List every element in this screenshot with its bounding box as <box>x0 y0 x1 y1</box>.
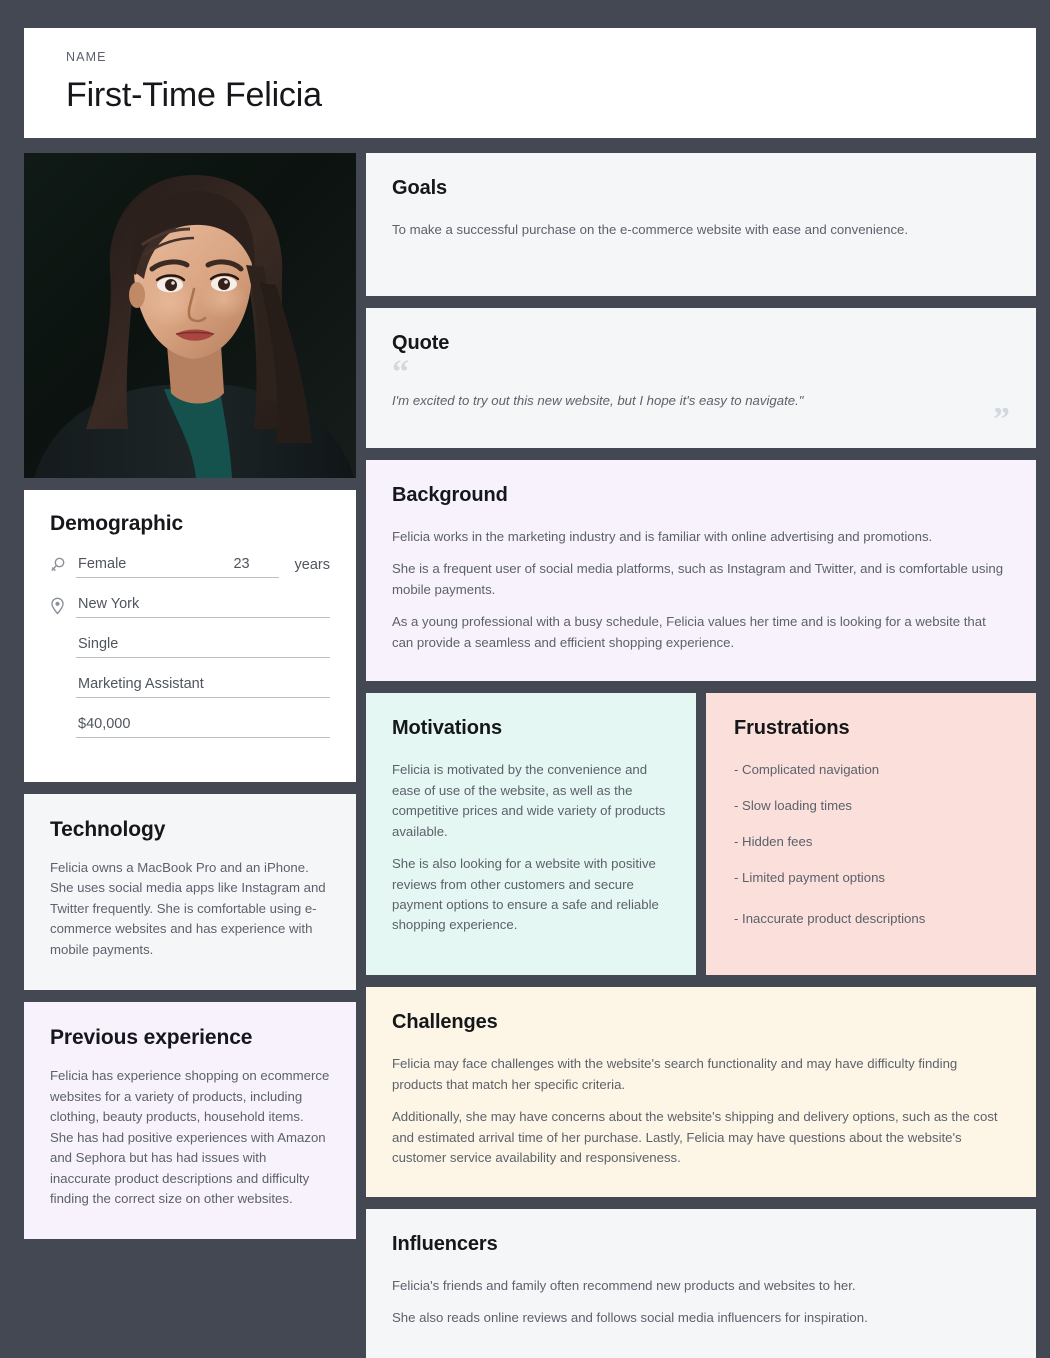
previous-experience-card: Previous experience Felicia has experien… <box>24 1002 356 1240</box>
background-title: Background <box>392 484 508 506</box>
age-field[interactable]: 23 <box>204 556 279 578</box>
list-item: - Complicated navigation <box>734 762 880 778</box>
challenges-card: Challenges Felicia may face challenges w… <box>366 987 1036 1197</box>
persona-photo <box>24 153 356 478</box>
persona-header-card: NAME First-Time Felicia <box>24 28 1036 138</box>
demographic-row-income: $40,000 <box>50 716 330 738</box>
list-item: - Hidden fees <box>734 833 813 849</box>
relationship-status-field[interactable]: Single <box>76 636 330 658</box>
motivations-paragraph: She is also looking for a website with p… <box>392 856 659 933</box>
demographic-row-status: Single <box>50 636 330 658</box>
challenges-paragraph: Additionally, she may have concerns abou… <box>392 1109 998 1166</box>
technology-title: Technology <box>50 818 166 841</box>
influencers-paragraph: Felicia's friends and family often recom… <box>392 1277 856 1293</box>
goals-body: To make a successful purchase on the e-c… <box>392 222 909 237</box>
influencers-card: Influencers Felicia's friends and family… <box>366 1208 1036 1358</box>
right-column: Goals To make a successful purchase on t… <box>366 153 1036 1358</box>
quote-title: Quote <box>392 332 450 354</box>
board-columns: Demographic Female 23 years New York Sin… <box>24 153 1036 1358</box>
close-quote-icon: ” <box>993 401 1010 439</box>
name-label: NAME <box>66 50 107 64</box>
demographic-card: Demographic Female 23 years New York Sin… <box>24 490 356 782</box>
list-item: - Slow loading times <box>734 798 853 814</box>
female-gender-icon <box>50 557 76 578</box>
location-field[interactable]: New York <box>76 596 330 618</box>
motivations-card: Motivations Felicia is motivated by the … <box>366 693 696 976</box>
demographic-row-gender-age: Female 23 years <box>50 556 330 578</box>
previous-experience-body: Felicia has experience shopping on ecomm… <box>50 1068 330 1206</box>
motivations-paragraph: Felicia is motivated by the convenience … <box>392 762 666 839</box>
demographic-row-occupation: Marketing Assistant <box>50 676 330 698</box>
quote-card: Quote “ I'm excited to try out this new … <box>366 308 1036 448</box>
gender-field[interactable]: Female <box>76 556 205 578</box>
quote-text: I'm excited to try out this new website,… <box>392 392 804 408</box>
goals-card: Goals To make a successful purchase on t… <box>366 153 1036 296</box>
frustrations-card: Frustrations - Complicated navigation - … <box>706 693 1036 976</box>
frustrations-title: Frustrations <box>734 717 850 740</box>
open-quote-icon: “ <box>392 354 409 391</box>
list-item: - Inaccurate product descriptions <box>734 911 926 927</box>
portrait-image <box>24 153 356 478</box>
motivations-frustrations-row: Motivations Felicia is motivated by the … <box>366 693 1036 976</box>
page-title: First-Time Felicia <box>66 76 322 114</box>
age-unit-label: years <box>294 557 330 573</box>
motivations-title: Motivations <box>392 717 503 740</box>
income-field[interactable]: $40,000 <box>76 716 330 738</box>
technology-body: Felicia owns a MacBook Pro and an iPhone… <box>50 860 326 957</box>
background-paragraph: She is a frequent user of social media p… <box>392 561 1004 597</box>
list-item: - Limited payment options <box>734 869 885 885</box>
technology-card: Technology Felicia owns a MacBook Pro an… <box>24 794 356 991</box>
influencers-title: Influencers <box>392 1232 498 1255</box>
background-paragraph: Felicia works in the marketing industry … <box>392 529 933 544</box>
challenges-paragraph: Felicia may face challenges with the web… <box>392 1056 958 1092</box>
goals-title: Goals <box>392 177 448 199</box>
left-column: Demographic Female 23 years New York Sin… <box>24 153 356 1240</box>
background-paragraph: As a young professional with a busy sche… <box>392 614 986 650</box>
demographic-row-location: New York <box>50 596 330 618</box>
background-card: Background Felicia works in the marketin… <box>366 460 1036 682</box>
persona-board: NAME First-Time Felicia Demographic Fema… <box>0 0 1050 1358</box>
influencers-paragraph: She also reads online reviews and follow… <box>392 1309 868 1325</box>
location-pin-icon <box>50 597 76 618</box>
occupation-field[interactable]: Marketing Assistant <box>76 676 330 698</box>
previous-experience-title: Previous experience <box>50 1026 253 1050</box>
challenges-title: Challenges <box>392 1011 498 1034</box>
demographic-title: Demographic <box>50 512 184 535</box>
frustrations-list: - Complicated navigation - Slow loading … <box>734 760 1012 929</box>
